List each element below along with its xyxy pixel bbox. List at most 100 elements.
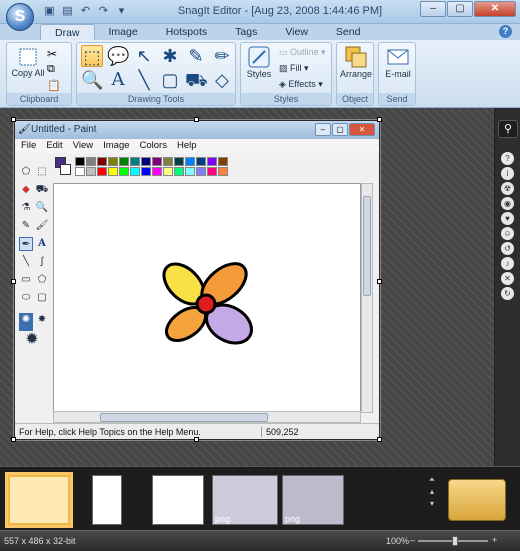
quick-style-1-icon[interactable]: ? [501, 152, 514, 165]
tray-thumb-3[interactable] [152, 475, 204, 525]
paint-horizontal-scrollbar[interactable] [53, 411, 361, 423]
arrow-tool-icon[interactable]: ↖ [133, 45, 155, 67]
resize-handle-n[interactable] [194, 117, 199, 122]
redo-icon[interactable]: ↷ [96, 4, 111, 19]
text-tool-icon[interactable]: A [107, 69, 129, 91]
palette-color-swatch[interactable] [174, 167, 184, 176]
fill-dropdown[interactable]: ▨ Fill ▾ [279, 63, 309, 74]
palette-color-swatch[interactable] [207, 167, 217, 176]
shape-tool-icon[interactable]: ▢ [159, 69, 181, 91]
resize-handle-nw[interactable] [11, 117, 16, 122]
palette-color-swatch[interactable] [163, 157, 173, 166]
free-select-icon[interactable]: ⬠ [19, 165, 33, 179]
spray-size-small-icon[interactable]: ✺ [19, 313, 33, 331]
rounded-rect-icon[interactable]: ▢ [35, 291, 49, 305]
line-tool-icon[interactable]: ╲ [133, 69, 155, 91]
arrange-button[interactable]: Arrange [338, 45, 374, 79]
resize-handle-w[interactable] [11, 279, 16, 284]
palette-color-swatch[interactable] [141, 167, 151, 176]
tab-send[interactable]: Send [322, 24, 375, 40]
tray-thumb-5[interactable]: png [282, 475, 344, 525]
tab-hotspots[interactable]: Hotspots [152, 24, 221, 40]
palette-color-swatch[interactable] [196, 157, 206, 166]
paint-eraser-icon[interactable]: ◆ [19, 183, 33, 197]
quick-style-9-icon[interactable]: ✕ [501, 272, 514, 285]
pencil-icon[interactable]: ✎ [19, 219, 33, 233]
tab-view[interactable]: View [271, 24, 322, 40]
palette-color-swatch[interactable] [108, 157, 118, 166]
tray-scroll-top-icon[interactable]: ⏶ [426, 475, 438, 487]
spray-size-large-icon[interactable]: ✹ [25, 332, 39, 353]
palette-color-swatch[interactable] [75, 157, 85, 166]
quick-style-5-icon[interactable]: ♥ [501, 212, 514, 225]
paint-menu-image[interactable]: Image [103, 139, 129, 153]
rect-select-icon[interactable]: ⬚ [35, 165, 49, 179]
snagit-orb-button[interactable]: S [6, 3, 34, 31]
paint-menu-view[interactable]: View [73, 139, 93, 153]
palette-color-swatch[interactable] [119, 157, 129, 166]
resize-handle-s[interactable] [194, 437, 199, 442]
curve-icon[interactable]: ∫ [35, 255, 49, 269]
palette-color-swatch[interactable] [152, 167, 162, 176]
minimize-button[interactable]: – [420, 1, 446, 17]
palette-color-swatch[interactable] [130, 157, 140, 166]
callout-tool-icon[interactable]: 💬 [107, 45, 129, 67]
quick-style-10-icon[interactable]: ↻ [501, 287, 514, 300]
paint-line-icon[interactable]: ╲ [19, 255, 33, 269]
library-folder-icon[interactable] [448, 479, 506, 521]
resize-handle-e[interactable] [377, 279, 382, 284]
copy-icon[interactable]: ⧉ [47, 63, 55, 76]
quick-style-2-icon[interactable]: i [501, 167, 514, 180]
quick-style-8-icon[interactable]: ♪ [501, 257, 514, 270]
palette-color-swatch[interactable] [174, 157, 184, 166]
palette-color-swatch[interactable] [130, 167, 140, 176]
tray-scroll-down-icon[interactable]: ▾ [426, 499, 438, 511]
paint-menu-colors[interactable]: Colors [140, 139, 167, 153]
selection-tool-icon[interactable]: ⬚ [81, 45, 103, 67]
maximize-button[interactable]: ▢ [447, 1, 473, 17]
quick-style-6-icon[interactable]: ☺ [501, 227, 514, 240]
palette-color-swatch[interactable] [141, 157, 151, 166]
cut-icon[interactable]: ✂ [47, 47, 57, 61]
open-icon[interactable]: ▣ [42, 4, 57, 19]
palette-color-swatch[interactable] [97, 167, 107, 176]
paste-icon[interactable]: 📋 [47, 79, 61, 92]
captured-paint-window[interactable]: 🖌 Untitled - Paint – ▢ ✕ File Edit View … [14, 120, 380, 440]
undo-icon[interactable]: ↶ [78, 4, 93, 19]
save-icon[interactable]: ▤ [60, 4, 75, 19]
highlighter-tool-icon[interactable]: ✏ [211, 45, 233, 67]
palette-color-swatch[interactable] [86, 167, 96, 176]
polygon-icon[interactable]: ⬠ [35, 273, 49, 287]
palette-color-swatch[interactable] [119, 167, 129, 176]
zoom-tool-icon[interactable]: 🔍 [81, 69, 103, 91]
stamp-tool-icon[interactable]: ✱ [159, 45, 181, 67]
palette-color-swatch[interactable] [207, 157, 217, 166]
paint-drawing-area[interactable] [53, 183, 361, 413]
spray-size-medium-icon[interactable]: ✸ [35, 313, 49, 331]
tray-thumb-1[interactable] [8, 475, 70, 525]
ellipse-icon[interactable]: ⬭ [19, 291, 33, 305]
zoom-slider-thumb[interactable] [452, 536, 458, 546]
palette-color-swatch[interactable] [218, 167, 228, 176]
qat-dropdown-icon[interactable]: ▾ [114, 4, 129, 19]
palette-color-swatch[interactable] [185, 157, 195, 166]
paint-text-icon[interactable]: A [35, 237, 49, 251]
fill-tool-icon[interactable]: ⛟ [185, 69, 208, 91]
palette-color-swatch[interactable] [196, 167, 206, 176]
outline-dropdown[interactable]: ▭ Outline ▾ [279, 47, 326, 58]
close-button[interactable]: ✕ [474, 1, 516, 17]
brush-icon[interactable]: 🖌 [35, 219, 49, 233]
palette-color-swatch[interactable] [218, 157, 228, 166]
pen-tool-icon[interactable]: ✎ [185, 45, 207, 67]
palette-color-swatch[interactable] [152, 157, 162, 166]
tab-draw[interactable]: Draw [40, 24, 95, 40]
quick-style-3-icon[interactable]: ☢ [501, 182, 514, 195]
quick-style-7-icon[interactable]: ↺ [501, 242, 514, 255]
palette-color-swatch[interactable] [97, 157, 107, 166]
tray-thumb-4[interactable]: png [212, 475, 278, 525]
paint-minimize-button[interactable]: – [315, 123, 331, 136]
tab-image[interactable]: Image [95, 24, 152, 40]
airbrush-icon[interactable]: ✒ [19, 237, 33, 251]
palette-color-swatch[interactable] [163, 167, 173, 176]
help-icon[interactable]: ? [499, 25, 512, 38]
